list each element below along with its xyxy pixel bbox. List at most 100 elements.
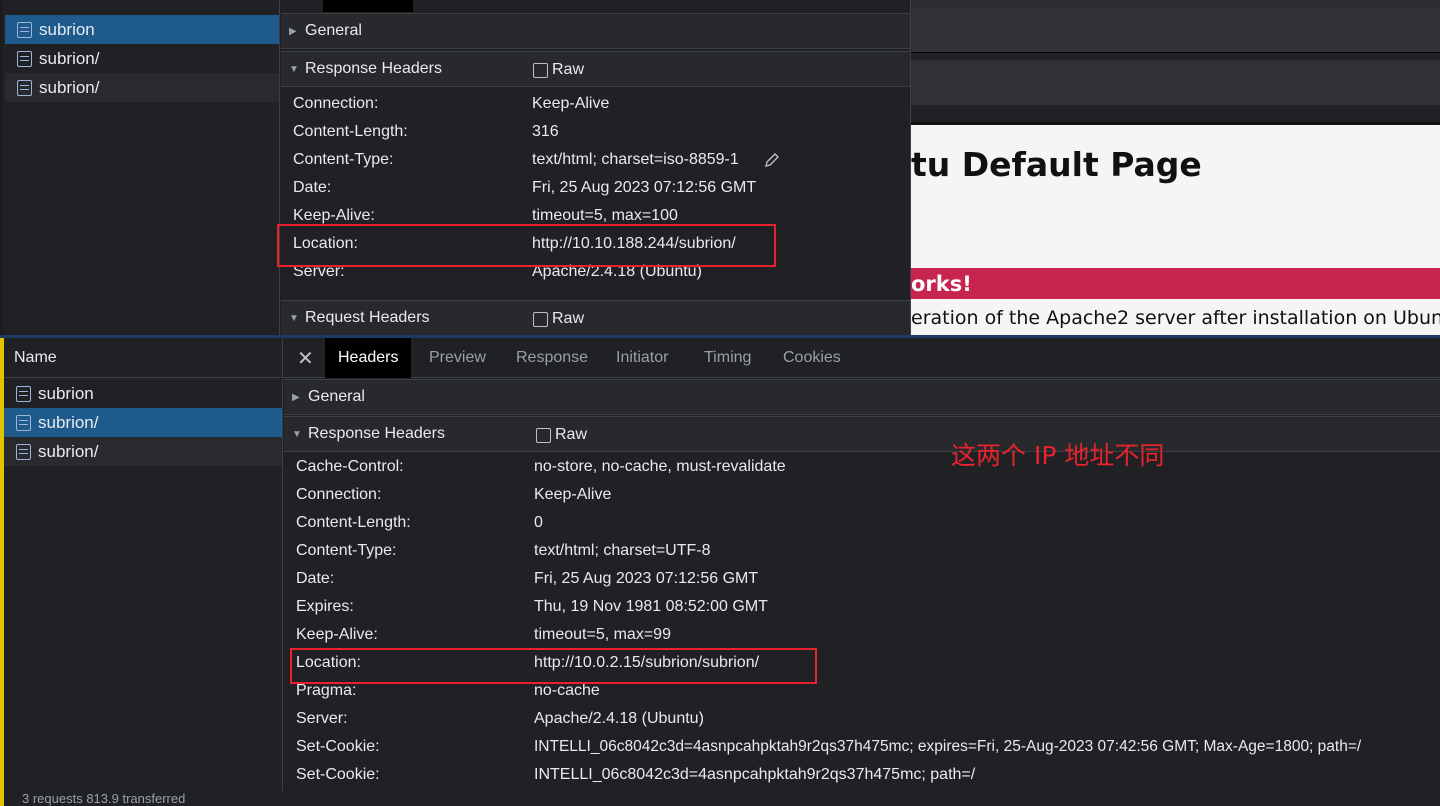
- tab-timing[interactable]: Timing: [691, 338, 764, 378]
- header-row: Cache-Control: no-store, no-cache, must-…: [284, 454, 1440, 482]
- tab-headers[interactable]: Headers: [325, 338, 412, 378]
- header-value: 0: [534, 514, 543, 531]
- header-row: Set-Cookie: INTELLI_06c8042c3d=4asnpcahp…: [284, 762, 1440, 790]
- header-key: Expires:: [296, 598, 354, 615]
- document-icon: [17, 79, 32, 96]
- header-value: no-cache: [534, 682, 600, 699]
- header-key: Date:: [296, 570, 335, 587]
- request-row[interactable]: subrion/: [5, 73, 279, 102]
- raw-label: Raw: [552, 310, 585, 327]
- location-highlight-box: [277, 224, 776, 267]
- tab-response[interactable]: Response: [503, 338, 601, 378]
- apache-banner: orks!: [911, 268, 1440, 299]
- section-title: Response Headers: [305, 60, 442, 77]
- header-key: Content-Length:: [296, 514, 411, 531]
- headers-detail-panel: ▶ General ▼ Response Headers Raw Cache-C…: [284, 379, 1440, 806]
- banner-text: orks!: [911, 272, 972, 296]
- document-icon: [17, 50, 32, 67]
- raw-checkbox[interactable]: Raw: [533, 61, 584, 79]
- header-value: Fri, 25 Aug 2023 07:12:56 GMT: [534, 570, 759, 587]
- header-row: Expires: Thu, 19 Nov 1981 08:52:00 GMT: [284, 594, 1440, 622]
- request-row[interactable]: subrion/: [4, 437, 282, 466]
- header-value: Keep-Alive: [534, 486, 612, 503]
- header-row: Connection: Keep-Alive: [284, 482, 1440, 510]
- apache-paragraph: eration of the Apache2 server after inst…: [911, 307, 1440, 329]
- request-headers-section-header[interactable]: ▼ Request Headers Raw: [281, 300, 910, 336]
- header-key: Keep-Alive:: [293, 207, 375, 224]
- header-key: Set-Cookie:: [296, 766, 380, 783]
- header-value: INTELLI_06c8042c3d=4asnpcahpktah9r2qs37h…: [534, 766, 976, 783]
- checkbox-icon: [533, 62, 548, 78]
- document-icon: [16, 443, 31, 460]
- document-icon: [16, 385, 31, 402]
- tab-cookies[interactable]: Cookies: [770, 338, 854, 378]
- section-title: Request Headers: [305, 309, 430, 326]
- document-icon: [16, 414, 31, 431]
- header-value: 316: [532, 123, 559, 140]
- header-value: text/html; charset=iso-8859-1: [532, 151, 739, 168]
- collapsed-triangle-icon: ▶: [292, 391, 300, 403]
- header-row: Server: Apache/2.4.18 (Ubuntu): [284, 706, 1440, 734]
- request-name: subrion/: [39, 48, 100, 68]
- header-row: Keep-Alive: timeout=5, max=99: [284, 622, 1440, 650]
- section-title: General: [305, 22, 362, 39]
- request-name: subrion/: [38, 441, 99, 461]
- apache-page: tu Default Page orks! eration of the Apa…: [911, 122, 1440, 338]
- expanded-triangle-icon: ▼: [289, 63, 299, 75]
- general-section-header[interactable]: ▶ General: [281, 13, 910, 49]
- checkbox-icon: [536, 427, 551, 443]
- document-icon: [17, 21, 32, 38]
- header-row: Content-Length: 316: [281, 119, 910, 147]
- headers-detail-panel: ▶ General ▼ Response Headers Raw Connect…: [281, 0, 911, 338]
- request-row[interactable]: subrion/: [4, 408, 282, 437]
- annotation-text: 这两个 IP 地址不同: [951, 441, 1165, 470]
- edit-pencil-icon[interactable]: [764, 152, 780, 168]
- tab-initiator[interactable]: Initiator: [603, 338, 681, 378]
- header-row: Set-Cookie: INTELLI_06c8042c3d=4asnpcahp…: [284, 734, 1440, 762]
- raw-checkbox[interactable]: Raw: [536, 426, 587, 444]
- header-key: Keep-Alive:: [296, 626, 378, 643]
- header-key: Connection:: [296, 486, 382, 503]
- request-row[interactable]: subrion: [5, 15, 279, 44]
- close-icon[interactable]: ✕: [297, 346, 314, 371]
- apache-default-page-fragment: tu Default Page orks! eration of the Apa…: [911, 0, 1440, 338]
- header-value: Fri, 25 Aug 2023 07:12:56 GMT: [532, 179, 757, 196]
- header-value: no-store, no-cache, must-revalidate: [534, 458, 786, 475]
- header-value: text/html; charset=UTF-8: [534, 542, 711, 559]
- request-name: subrion/: [38, 412, 99, 432]
- header-value: timeout=5, max=100: [532, 207, 678, 224]
- raw-label: Raw: [555, 426, 588, 443]
- expanded-triangle-icon: ▼: [289, 312, 299, 324]
- browser-bar: [911, 60, 1440, 105]
- header-key: Connection:: [293, 95, 379, 112]
- header-row: Connection: Keep-Alive: [281, 91, 910, 119]
- header-row: Content-Length: 0: [284, 510, 1440, 538]
- header-row: Date: Fri, 25 Aug 2023 07:12:56 GMT: [284, 566, 1440, 594]
- response-headers-section-header[interactable]: ▼ Response Headers Raw: [281, 51, 910, 87]
- section-title: General: [308, 388, 365, 405]
- location-highlight-box: [290, 648, 817, 684]
- request-row[interactable]: subrion: [4, 379, 282, 408]
- active-tab-fragment: [323, 0, 413, 12]
- collapsed-triangle-icon: ▶: [289, 25, 297, 37]
- response-headers-section-header[interactable]: ▼ Response Headers Raw: [284, 416, 1440, 452]
- raw-checkbox[interactable]: Raw: [533, 310, 584, 328]
- header-key: Cache-Control:: [296, 458, 404, 475]
- header-key: Date:: [293, 179, 332, 196]
- header-row: Content-Type: text/html; charset=UTF-8: [284, 538, 1440, 566]
- top-devtools-screenshot: subrion subrion/ subrion/ ▶ General ▼ Re…: [0, 0, 1440, 338]
- header-value: Thu, 19 Nov 1981 08:52:00 GMT: [534, 598, 768, 615]
- general-section-header[interactable]: ▶ General: [284, 379, 1440, 415]
- request-name-list: subrion subrion/ subrion/: [4, 379, 283, 791]
- detail-tabs-bar: ✕ Headers Preview Response Initiator Tim…: [283, 338, 1440, 378]
- name-column-header[interactable]: Name: [4, 338, 283, 378]
- apache-page-title: tu Default Page: [911, 145, 1202, 184]
- request-name: subrion/: [39, 77, 100, 97]
- status-bar: 3 requests 813.9 transferred: [22, 791, 186, 806]
- header-key: Server:: [296, 710, 348, 727]
- tab-preview[interactable]: Preview: [416, 338, 499, 378]
- header-key: Content-Type:: [293, 151, 394, 168]
- header-key: Content-Type:: [296, 542, 397, 559]
- header-value: Keep-Alive: [532, 95, 610, 112]
- request-row[interactable]: subrion/: [5, 44, 279, 73]
